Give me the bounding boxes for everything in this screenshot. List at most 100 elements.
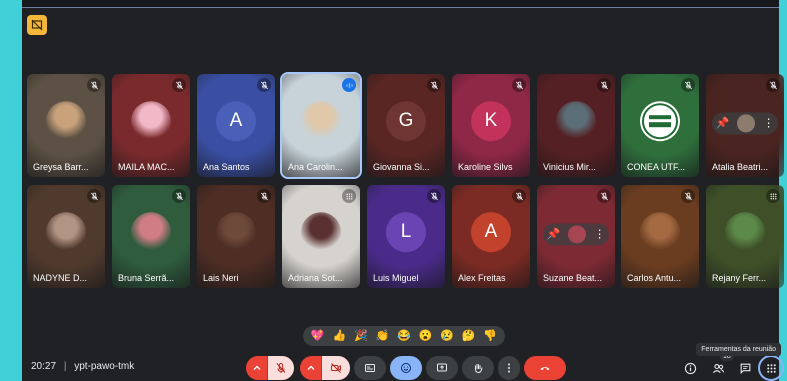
participant-avatar: A: [216, 100, 256, 141]
reaction-emoji[interactable]: 😢: [440, 330, 454, 342]
participant-name: Suzane Beat...: [543, 273, 603, 283]
more-options-button[interactable]: [498, 356, 520, 380]
mic-off-icon: [257, 189, 271, 203]
participant-tile[interactable]: A Ana Santos: [197, 74, 275, 177]
meet-window: Greysa Barr... MAILA MAC... A Ana Santos Ana…: [0, 0, 787, 381]
meeting-info: 20:27 | ypt-pawo-tmk: [31, 361, 135, 372]
participant-name: MAILA MAC...: [118, 162, 175, 172]
meeting-details-icon[interactable]: [681, 359, 699, 377]
present-screen-button[interactable]: [426, 356, 458, 380]
reaction-emoji[interactable]: 👍: [332, 330, 346, 342]
participant-photo: [301, 100, 341, 141]
participant-tile[interactable]: CONEA UTF...: [621, 74, 699, 177]
participant-tile[interactable]: A Alex Freitas: [452, 185, 530, 288]
camera-toggle-group: [300, 356, 350, 380]
participant-name: Adriana Sot...: [288, 273, 343, 283]
reaction-emoji[interactable]: 💖: [311, 330, 325, 342]
reaction-emoji[interactable]: 🤔: [462, 330, 476, 342]
participant-tile[interactable]: L Luis Miguel: [367, 185, 445, 288]
captions-button[interactable]: [354, 356, 386, 380]
participant-tile[interactable]: G Giovanna Si...: [367, 74, 445, 177]
participant-photo: [46, 211, 86, 252]
raise-hand-button[interactable]: [462, 356, 494, 380]
participant-photo: [131, 211, 171, 252]
participant-tile[interactable]: NADYNE D...: [27, 185, 105, 288]
more-vert-icon[interactable]: ⋮: [763, 116, 774, 129]
participant-name: Alex Freitas: [458, 273, 506, 283]
participant-avatar: K: [471, 100, 511, 141]
participant-avatar: L: [386, 211, 426, 252]
participant-photo: [556, 100, 596, 141]
participant-tile[interactable]: K Karoline Silvs: [452, 74, 530, 177]
participant-name: Bruna Serrã...: [118, 273, 175, 283]
tile-options-icon: [342, 189, 356, 203]
participant-tile[interactable]: 📌 ⋮ Atalia Beatri...: [706, 74, 784, 177]
more-vert-icon[interactable]: ⋮: [594, 227, 605, 240]
mic-off-icon: [766, 78, 780, 92]
mic-off-button[interactable]: [268, 356, 294, 380]
presentation-off-icon[interactable]: [27, 15, 47, 35]
mic-off-icon: [172, 189, 186, 203]
participant-avatar: [568, 224, 587, 243]
mic-off-icon: [427, 189, 441, 203]
mic-off-icon: [681, 78, 695, 92]
participant-name: Rejany Ferr...: [712, 273, 767, 283]
meeting-tools-icon[interactable]: [758, 355, 784, 381]
bottom-control-bar: 20:27 | ypt-pawo-tmk: [22, 352, 784, 381]
participant-logo: [640, 100, 680, 141]
mic-off-icon: [257, 78, 271, 92]
participant-avatar: A: [471, 211, 511, 252]
participant-photo: [725, 211, 765, 252]
mic-off-icon: [597, 189, 611, 203]
participant-avatar: [737, 113, 756, 132]
camera-options-chevron-icon[interactable]: [300, 356, 322, 380]
participant-name: Karoline Silvs: [458, 162, 513, 172]
participant-avatar: G: [386, 100, 426, 141]
participant-name: Ana Santos: [203, 162, 250, 172]
participant-tile[interactable]: 📌 ⋮ Suzane Beat...: [537, 185, 615, 288]
meeting-tools-tooltip: Ferramentas da reunião: [696, 343, 781, 356]
participant-tile[interactable]: Lais Neri: [197, 185, 275, 288]
participant-name: Luis Miguel: [373, 273, 419, 283]
participant-photo: [46, 100, 86, 141]
participant-name: Lais Neri: [203, 273, 239, 283]
participant-tile[interactable]: Vinicius Mir...: [537, 74, 615, 177]
pin-icon[interactable]: 📌: [716, 116, 730, 129]
leave-call-button[interactable]: [524, 356, 566, 380]
participant-photo: [131, 100, 171, 141]
mic-off-icon: [597, 78, 611, 92]
participant-name: Vinicius Mir...: [543, 162, 596, 172]
mic-off-icon: [512, 189, 526, 203]
reaction-emoji[interactable]: 👎: [483, 330, 497, 342]
emoji-button[interactable]: [390, 356, 422, 380]
tile-options-icon: [766, 189, 780, 203]
reaction-emoji[interactable]: 😂: [397, 330, 411, 342]
reaction-emoji[interactable]: 😮: [419, 330, 433, 342]
participant-tile[interactable]: Ana Carolin...: [280, 72, 362, 179]
participant-tile[interactable]: Rejany Ferr...: [706, 185, 784, 288]
participant-tile[interactable]: MAILA MAC...: [112, 74, 190, 177]
participant-name: Giovanna Si...: [373, 162, 430, 172]
people-icon[interactable]: [709, 359, 727, 377]
window-top-bar: [22, 0, 779, 8]
speaking-indicator-icon: [342, 78, 356, 92]
participant-name: CONEA UTF...: [627, 162, 686, 172]
participant-name: Atalia Beatri...: [712, 162, 769, 172]
chat-icon[interactable]: [736, 359, 754, 377]
desktop-edge-left: [0, 0, 22, 381]
reaction-emoji[interactable]: 🎉: [354, 330, 368, 342]
meeting-code: ypt-pawo-tmk: [74, 361, 135, 372]
participant-photo: [301, 211, 341, 252]
mic-off-icon: [512, 78, 526, 92]
participant-tile[interactable]: Bruna Serrã...: [112, 185, 190, 288]
pin-icon[interactable]: 📌: [547, 227, 561, 240]
tile-hover-controls: 📌 ⋮: [712, 111, 778, 134]
participant-tile[interactable]: Greysa Barr...: [27, 74, 105, 177]
reaction-emoji[interactable]: 👏: [376, 330, 390, 342]
camera-off-button[interactable]: [322, 356, 350, 380]
participant-tile[interactable]: Carlos Antu...: [621, 185, 699, 288]
mic-options-chevron-icon[interactable]: [246, 356, 268, 380]
mic-off-icon: [427, 78, 441, 92]
mic-off-icon: [87, 189, 101, 203]
participant-tile[interactable]: Adriana Sot...: [282, 185, 360, 288]
